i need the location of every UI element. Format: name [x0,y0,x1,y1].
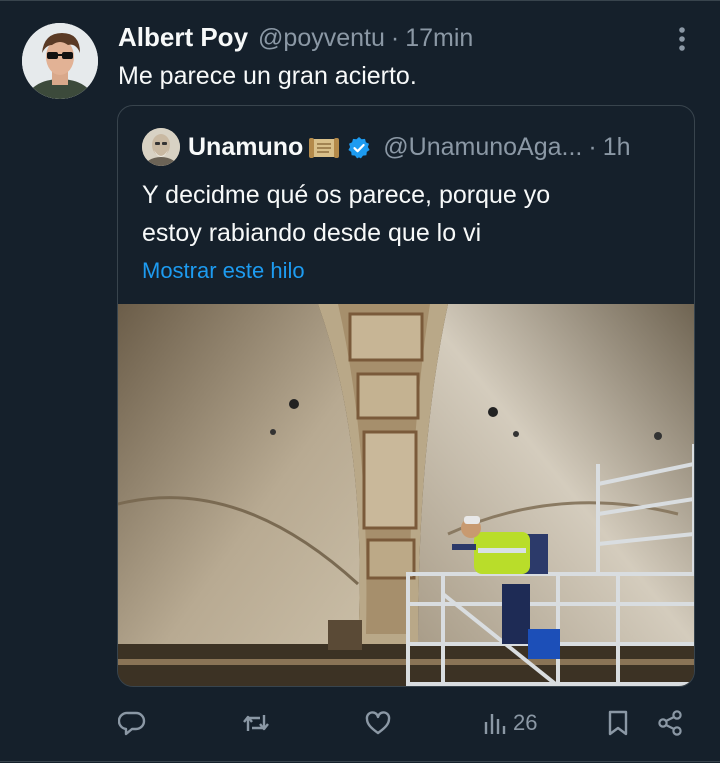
avatar-image [22,23,98,99]
bottom-divider [0,761,720,762]
author-handle[interactable]: @poyventu [258,24,385,53]
show-thread-link[interactable]: Mostrar este hilo [142,258,305,284]
quoted-avatar[interactable] [142,128,180,166]
retweet-icon [243,715,269,731]
quoted-text: Y decidme qué os parece, porque yo estoy… [142,176,642,252]
retweet-button[interactable] [241,700,271,746]
tweet-header: Albert Poy @poyventu · 17min [118,22,473,52]
quoted-header: Unamuno @UnamunoAga... · 1h [188,133,631,162]
reply-button[interactable] [118,700,146,746]
separator-dot: · [390,24,400,52]
quoted-text-line-2: estoy rabiando desde que lo vi [142,219,482,247]
views-icon [484,714,506,734]
views-button[interactable]: 26 [483,700,537,746]
share-icon [658,710,682,736]
timestamp[interactable]: 17min [405,24,473,53]
author-name[interactable]: Albert Poy [118,22,248,53]
tweet-text: Me parece un gran acierto. [118,62,417,90]
like-button[interactable] [364,700,392,746]
like-icon [365,711,391,735]
quoted-tweet[interactable]: Unamuno @UnamunoAga... · 1h Y decidme qu… [117,105,695,687]
reply-icon [118,711,146,736]
action-bar: 26 [0,700,720,746]
share-button[interactable] [656,700,684,746]
quoted-timestamp[interactable]: 1h [603,133,631,162]
quoted-separator-dot: · [588,133,597,161]
quoted-author-handle[interactable]: @UnamunoAga... [383,133,582,162]
quoted-avatar-image [142,128,180,166]
verified-icon[interactable] [347,136,371,160]
top-divider [0,0,720,1]
quoted-author-name[interactable]: Unamuno [188,133,303,162]
quoted-text-line-1: Y decidme qué os parece, porque yo [142,181,551,209]
scroll-icon [309,137,340,158]
views-count: 26 [513,710,538,735]
more-vertical-icon[interactable] [668,24,696,54]
avatar[interactable] [22,23,98,99]
bookmark-button[interactable] [606,700,630,746]
bookmark-icon [608,710,628,736]
quoted-media-image[interactable] [118,304,694,686]
